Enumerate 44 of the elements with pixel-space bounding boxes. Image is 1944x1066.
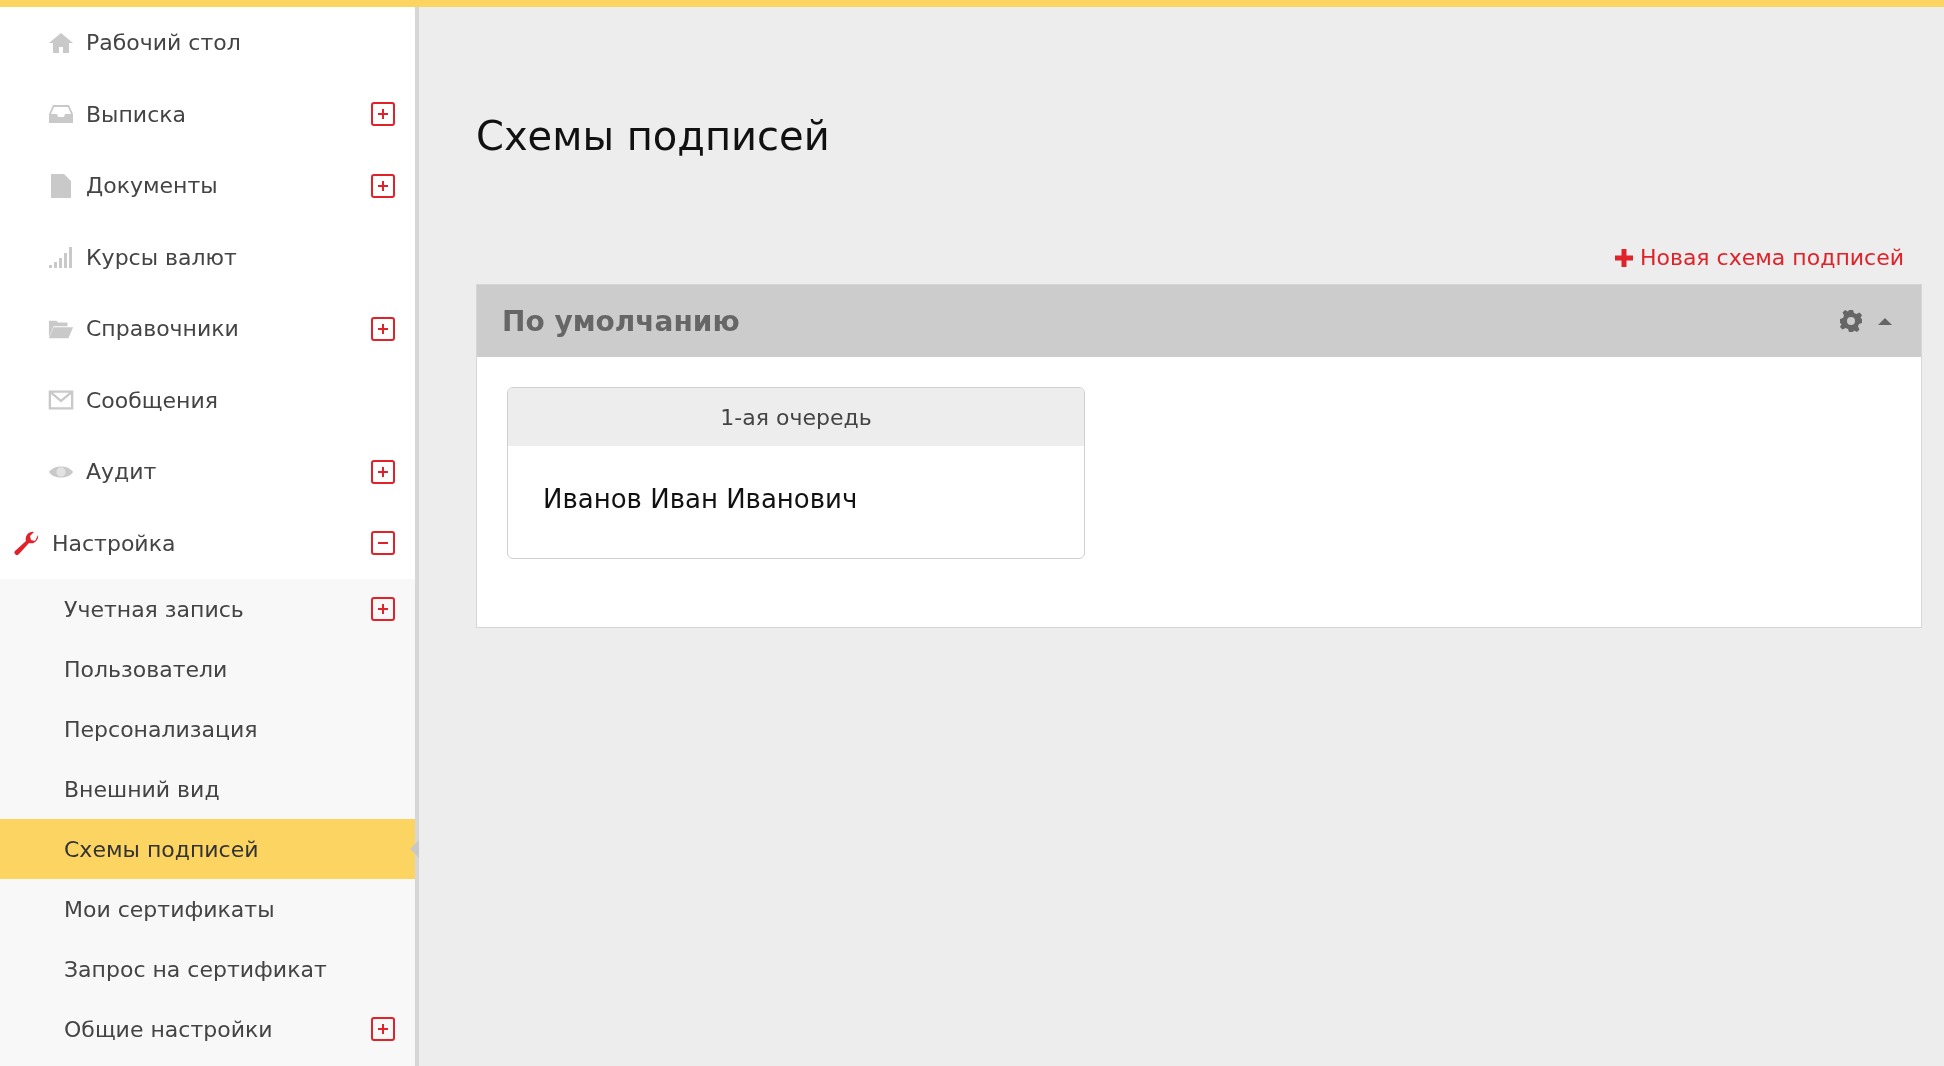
nav-item[interactable]: Курсы валют: [48, 244, 395, 270]
nav-subitem[interactable]: Общие настройки: [64, 1016, 371, 1042]
queue-title: 1-ая очередь: [508, 388, 1084, 446]
plus-icon: [378, 323, 388, 334]
nav-item[interactable]: Настройка: [14, 530, 371, 557]
envelope-icon: [48, 389, 74, 412]
inbox-icon: [48, 104, 74, 125]
nav-item[interactable]: Справочники: [48, 316, 371, 342]
nav-item[interactable]: Аудит: [48, 459, 371, 485]
plus-icon: [378, 180, 388, 191]
nav-item[interactable]: Рабочий стол: [48, 30, 395, 56]
plus-icon: [378, 109, 388, 120]
nav-item[interactable]: Выписка: [48, 101, 371, 127]
nav-subitem[interactable]: Пользователи: [64, 656, 395, 682]
expand-button[interactable]: [371, 102, 395, 127]
plus-icon: [1613, 247, 1634, 268]
signal-bars-icon: [48, 246, 74, 269]
nav-item[interactable]: Документы: [48, 172, 371, 199]
nav-subitem[interactable]: Учетная запись: [64, 596, 371, 622]
new-scheme-link[interactable]: Новая схема подписей: [1613, 245, 1904, 270]
minus-icon: [378, 542, 388, 545]
scheme-title: По умолчанию: [502, 304, 741, 338]
plus-icon: [378, 604, 388, 614]
home-icon: [48, 31, 74, 54]
settings-icon[interactable]: [1839, 309, 1863, 333]
document-icon: [50, 172, 72, 199]
nav-subitem[interactable]: Запрос на сертификат: [64, 956, 395, 982]
signer-name: Иванов Иван Иванович: [542, 483, 859, 516]
expand-button[interactable]: [371, 173, 395, 198]
nav-item[interactable]: Сообщения: [48, 387, 395, 413]
expand-button[interactable]: [371, 597, 395, 621]
collapse-button[interactable]: [371, 531, 395, 556]
nav-subitem[interactable]: Мои сертификаты: [64, 896, 395, 922]
caret-icon[interactable]: [1877, 316, 1893, 326]
expand-button[interactable]: [371, 459, 395, 484]
nav-subitem[interactable]: Внешний вид: [64, 776, 395, 802]
nav-subitem[interactable]: Персонализация: [64, 716, 395, 742]
page-title: Схемы подписей: [476, 113, 831, 159]
wrench-icon: [14, 530, 40, 557]
expand-button[interactable]: [371, 1017, 395, 1041]
expand-button[interactable]: [371, 316, 395, 341]
selection-pointer: [410, 840, 419, 858]
plus-icon: [378, 466, 388, 477]
plus-icon: [378, 1024, 388, 1034]
